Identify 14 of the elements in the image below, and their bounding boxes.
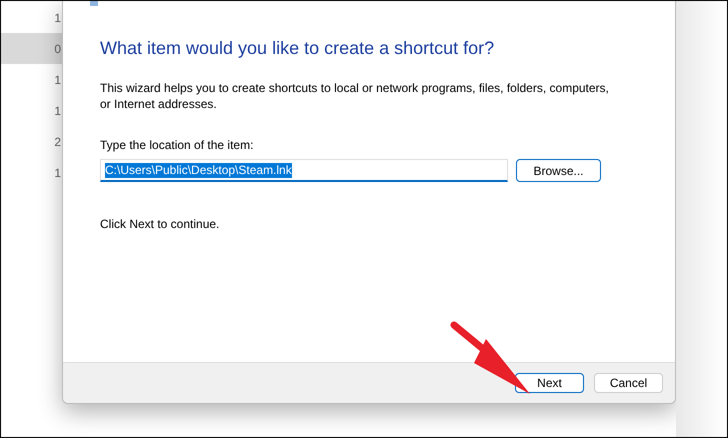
continue-hint: Click Next to continue.	[100, 216, 220, 233]
list-row[interactable]: 2	[1, 126, 62, 157]
list-row[interactable]: 0	[1, 33, 62, 64]
browse-button[interactable]: Browse...	[516, 159, 601, 182]
list-row[interactable]: 1	[1, 64, 62, 95]
list-row[interactable]: 1	[1, 95, 62, 126]
cancel-button[interactable]: Cancel	[594, 373, 663, 393]
wizard-description: This wizard helps you to create shortcuts to local or network programs, files, folders, computers, or Internet addresses.	[100, 80, 610, 112]
location-label: Type the location of the item:	[100, 137, 254, 154]
list-row[interactable]: 1	[1, 2, 62, 33]
list-row[interactable]: 1	[1, 157, 62, 188]
location-field[interactable]: C:\Users\Public\Desktop\Steam.lnk	[100, 159, 508, 182]
next-button[interactable]: Next	[515, 373, 584, 393]
wizard-heading: What item would you like to create a shortcut for?	[100, 37, 496, 59]
